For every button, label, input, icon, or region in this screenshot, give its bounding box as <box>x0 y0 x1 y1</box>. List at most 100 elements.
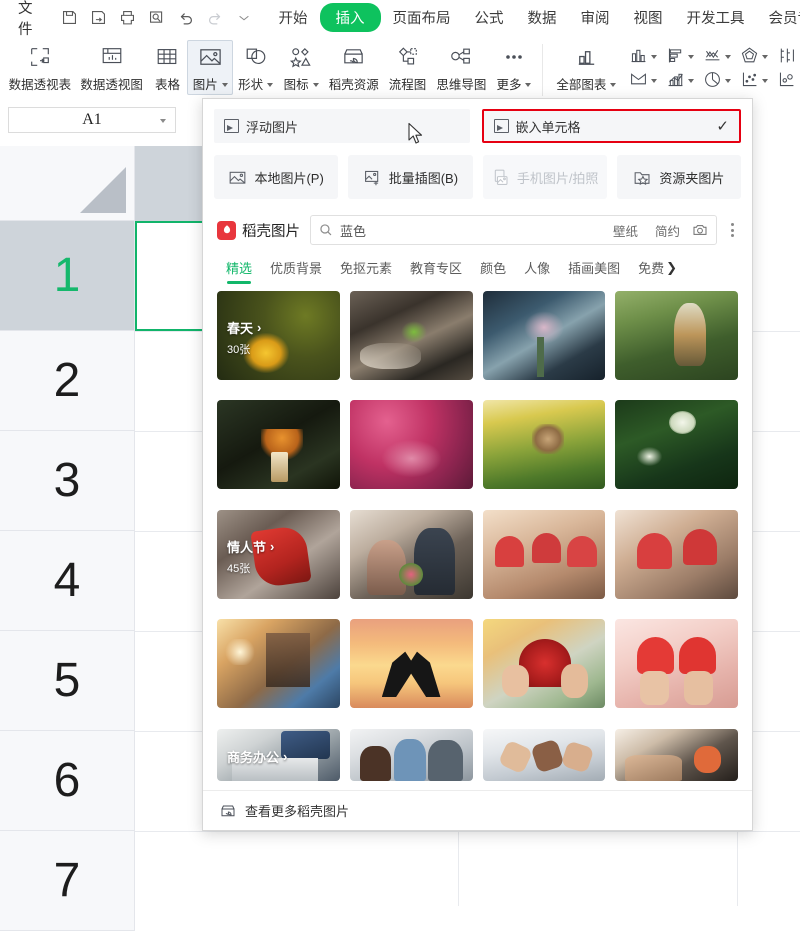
file-menu-button[interactable]: 文件 <box>16 0 41 41</box>
list-item[interactable] <box>217 400 340 489</box>
list-item[interactable] <box>217 619 340 708</box>
line-chart-icon[interactable] <box>703 46 731 65</box>
ribbon-flowchart[interactable]: 流程图 <box>384 40 432 95</box>
chevron-down-icon[interactable] <box>762 79 768 83</box>
category-tab-cutout-elements[interactable]: 免抠元素 <box>331 255 401 285</box>
row-header-2[interactable]: 2 <box>0 331 135 431</box>
list-item[interactable] <box>483 400 606 489</box>
local-picture-button[interactable]: 本地图片(P) <box>214 155 338 199</box>
tab-view[interactable]: 视图 <box>622 3 675 32</box>
chevron-down-icon[interactable] <box>160 119 166 123</box>
list-item[interactable] <box>483 510 606 599</box>
chevron-down-icon[interactable] <box>651 55 657 59</box>
ribbon-picture[interactable]: 图片 <box>187 40 232 95</box>
category-tab-quality-background[interactable]: 优质背景 <box>261 255 331 285</box>
ribbon-table[interactable]: 表格 <box>147 40 187 95</box>
chevron-down-icon[interactable] <box>313 83 319 87</box>
category-tab-illustration[interactable]: 插画美图 <box>559 255 629 285</box>
tab-start[interactable]: 开始 <box>267 3 320 32</box>
list-item[interactable] <box>350 729 473 781</box>
radar-chart-icon[interactable] <box>740 46 768 65</box>
save-icon[interactable] <box>57 6 83 30</box>
category-tab-color[interactable]: 颜色 <box>471 255 515 285</box>
row-header-7[interactable]: 7 <box>0 831 135 931</box>
list-item[interactable] <box>483 291 606 380</box>
list-item[interactable] <box>615 291 738 380</box>
chevron-down-icon[interactable] <box>725 55 731 59</box>
tab-review[interactable]: 审阅 <box>569 3 622 32</box>
print-icon[interactable] <box>115 6 141 30</box>
list-item[interactable]: 商务办公› <box>217 729 340 781</box>
save-as-icon[interactable] <box>86 6 112 30</box>
area-chart-icon[interactable] <box>629 70 657 89</box>
tab-page-layout[interactable]: 页面布局 <box>381 3 463 32</box>
list-item[interactable] <box>350 510 473 599</box>
combo-chart-icon[interactable] <box>666 70 694 89</box>
category-tab-featured[interactable]: 精选 <box>217 255 261 285</box>
stock-chart-icon[interactable] <box>777 46 796 65</box>
tab-member[interactable]: 会员专享 <box>757 3 800 32</box>
redo-icon[interactable] <box>202 6 228 30</box>
pie-chart-icon[interactable] <box>703 70 731 89</box>
chevron-down-icon[interactable] <box>525 83 531 87</box>
ribbon-more[interactable]: 更多 <box>491 40 536 95</box>
bubble-chart-icon[interactable] <box>777 70 796 89</box>
customize-chevron-icon[interactable] <box>231 6 257 30</box>
category-tab-education[interactable]: 教育专区 <box>401 255 471 285</box>
ribbon-all-charts[interactable]: 全部图表 <box>548 40 625 95</box>
floating-picture-mode-button[interactable]: 浮动图片 <box>214 109 470 143</box>
list-item[interactable] <box>350 400 473 489</box>
camera-icon[interactable] <box>692 222 708 238</box>
print-preview-icon[interactable] <box>144 6 170 30</box>
chevron-down-icon[interactable] <box>222 83 228 87</box>
scatter-chart-icon[interactable] <box>740 70 768 89</box>
tab-formula[interactable]: 公式 <box>463 3 516 32</box>
column-chart-icon[interactable] <box>629 46 657 65</box>
category-tab-portrait[interactable]: 人像 <box>515 255 559 285</box>
list-item[interactable] <box>350 291 473 380</box>
panel-footer[interactable]: 查看更多稻壳图片 <box>203 790 752 830</box>
list-item[interactable] <box>615 729 738 781</box>
list-item[interactable] <box>483 619 606 708</box>
chevron-down-icon[interactable] <box>267 83 273 87</box>
tab-data[interactable]: 数据 <box>516 3 569 32</box>
list-item[interactable]: 情人节› 45张 <box>217 510 340 599</box>
kebab-menu-icon[interactable] <box>727 223 738 237</box>
ribbon-mindmap[interactable]: 思维导图 <box>431 40 491 95</box>
bar-chart-icon[interactable] <box>666 46 694 65</box>
list-item[interactable] <box>615 400 738 489</box>
search-tag-simple[interactable]: 简约 <box>650 221 685 240</box>
undo-icon[interactable] <box>173 6 199 30</box>
embed-in-cell-mode-button[interactable]: 嵌入单元格 ✓ <box>482 109 742 143</box>
chevron-down-icon[interactable] <box>651 79 657 83</box>
chevron-down-icon[interactable] <box>688 55 694 59</box>
ribbon-icons[interactable]: 图标 <box>278 40 323 95</box>
ribbon-pivot-chart[interactable]: 数据透视图 <box>76 40 148 95</box>
chevron-down-icon[interactable] <box>688 79 694 83</box>
list-item[interactable] <box>615 510 738 599</box>
select-all-button[interactable] <box>0 146 135 221</box>
row-header-3[interactable]: 3 <box>0 431 135 531</box>
list-item[interactable] <box>615 619 738 708</box>
list-item[interactable] <box>483 729 606 781</box>
chevron-down-icon[interactable] <box>610 83 616 87</box>
row-header-1[interactable]: 1 <box>0 221 135 331</box>
tab-developer[interactable]: 开发工具 <box>675 3 757 32</box>
chevron-right-icon[interactable]: ❯ <box>666 260 677 281</box>
tab-insert[interactable]: 插入 <box>320 3 381 32</box>
batch-picture-button[interactable]: 批量插图(B) <box>348 155 472 199</box>
search-tag-wallpaper[interactable]: 壁纸 <box>608 221 643 240</box>
chevron-down-icon[interactable] <box>762 55 768 59</box>
list-item[interactable]: 春天› 30张 <box>217 291 340 380</box>
chevron-down-icon[interactable] <box>725 79 731 83</box>
category-tab-free[interactable]: 免费 <box>629 255 664 285</box>
list-item[interactable] <box>350 619 473 708</box>
ribbon-docer-resource[interactable]: 稻壳资源 <box>324 40 384 95</box>
row-header-6[interactable]: 6 <box>0 731 135 831</box>
row-header-5[interactable]: 5 <box>0 631 135 731</box>
phone-picture-button[interactable]: 手机图片/拍照 <box>483 155 607 199</box>
search-input[interactable]: 蓝色 壁纸 简约 <box>310 215 717 245</box>
name-box[interactable]: A1 <box>8 107 176 133</box>
row-header-4[interactable]: 4 <box>0 531 135 631</box>
folder-picture-button[interactable]: 资源夹图片 <box>617 155 741 199</box>
